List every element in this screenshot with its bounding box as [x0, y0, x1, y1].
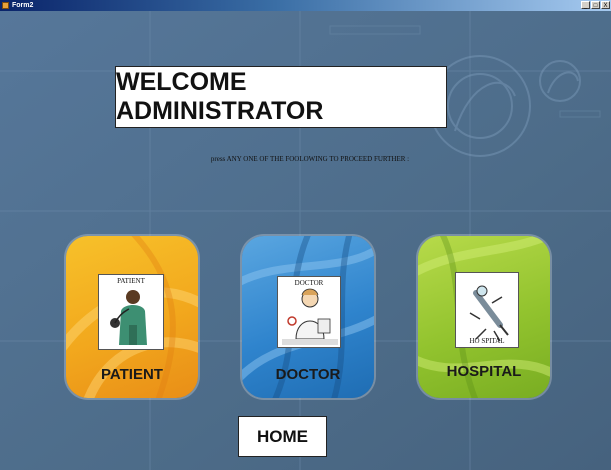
app-icon [2, 2, 9, 9]
home-button[interactable]: HOME [238, 416, 327, 457]
doctor-picture: DOCTOR [277, 276, 341, 348]
window-titlebar[interactable]: Form2 _ □ X [0, 0, 611, 11]
minimize-button[interactable]: _ [581, 1, 590, 9]
window-title: Form2 [12, 2, 34, 9]
maximize-button[interactable]: □ [591, 1, 600, 9]
hospital-picture: HO SPITAL [455, 272, 519, 348]
doctor-label: DOCTOR [275, 366, 341, 383]
welcome-banner: WELCOME ADMINISTRATOR [115, 66, 447, 128]
patient-picture: PATIENT [98, 274, 164, 350]
patient-icon [110, 290, 147, 345]
doctor-icon [282, 288, 338, 345]
doctor-button[interactable]: DOCTOR DOCTOR [242, 236, 374, 398]
picture-caption: HO SPITAL [469, 337, 505, 345]
close-button[interactable]: X [601, 1, 610, 9]
instruction-text: press ANY ONE OF THE FOOLOWING TO PROCEE… [210, 155, 410, 163]
hospital-button[interactable]: HO SPITAL HOSPITAL [418, 236, 550, 398]
window-controls: _ □ X [581, 1, 610, 9]
patient-label: PATIENT [101, 366, 163, 383]
hospital-label: HOSPITAL [446, 363, 522, 380]
patient-button[interactable]: PATIENT PATIENT [66, 236, 198, 398]
